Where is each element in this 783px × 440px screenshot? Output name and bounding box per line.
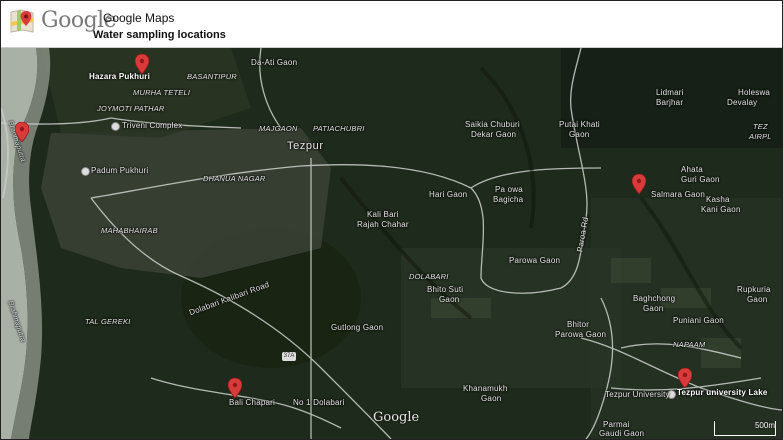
label-padum-pukhuri: Padum Pukhuri bbox=[91, 166, 149, 175]
label-triveni-complex: Triveni Complex bbox=[122, 121, 183, 130]
label-airport: AIRPL bbox=[749, 132, 772, 141]
sampling-location-pin-icon[interactable] bbox=[678, 368, 692, 388]
label-tezpur: Tezpur bbox=[287, 140, 324, 152]
label-bhitor-parowa: Bhitor bbox=[567, 320, 590, 329]
label-murha-teteli: MURHA TETELI bbox=[133, 88, 191, 97]
label-tezpur-airport: TEZ bbox=[753, 122, 768, 131]
label-khanamukh-2: Gaon bbox=[481, 394, 502, 403]
label-tezpur-university-lake: Tezpur university Lake bbox=[677, 388, 768, 397]
label-mahabhairab: MAHABHAIRAB bbox=[101, 226, 158, 235]
label-parmai: Parmai bbox=[603, 420, 630, 429]
label-baghchong-2: Gaon bbox=[643, 304, 664, 313]
label-pa-owa-2: Bagicha bbox=[493, 195, 524, 204]
map-header: Google Google Maps Water sampling locati… bbox=[1, 1, 782, 48]
label-tal-gereki: TAL GEREKI bbox=[85, 317, 131, 326]
label-pa-owa: Pa owa bbox=[495, 185, 523, 194]
label-kasha-2: Kani Gaon bbox=[701, 205, 741, 214]
label-putai-khati-2: Gaon bbox=[569, 130, 590, 139]
road-shield: 37A bbox=[282, 352, 296, 361]
sampling-location-pin-icon[interactable] bbox=[632, 174, 646, 194]
label-da-ati-gaon: Da-Ati Gaon bbox=[251, 58, 298, 67]
google-watermark: Google bbox=[373, 410, 420, 425]
label-kali-bari-2: Rajah Chahar bbox=[357, 220, 409, 229]
scale-label: 500m bbox=[754, 421, 775, 430]
label-puniani-gaon: Puniani Gaon bbox=[673, 316, 724, 325]
app-name: Google Maps bbox=[103, 11, 175, 25]
label-joymoti-pathar: JOYMOTI PATHAR bbox=[97, 104, 165, 113]
label-no1-dolabari: No 1 Dolabari bbox=[293, 398, 345, 407]
label-saikia-chuburi-2: Dekar Gaon bbox=[471, 130, 517, 139]
label-gutlong-gaon: Gutlong Gaon bbox=[331, 323, 384, 332]
satellite-map[interactable]: Hazara Pukhuri BASANTIPUR Da-Ati Gaon MU… bbox=[1, 48, 782, 439]
sampling-location-pin-icon[interactable] bbox=[135, 54, 149, 74]
label-bhito-suti-2: Gaon bbox=[439, 295, 460, 304]
label-kali-bari: Kali Bari bbox=[367, 210, 399, 219]
label-baghchong: Baghchong bbox=[633, 294, 676, 303]
label-kasha: Kasha bbox=[706, 195, 730, 204]
label-dhanua-nagar: DHANUA NAGAR bbox=[203, 174, 266, 183]
label-lidmari-2: Barjhar bbox=[656, 98, 684, 107]
label-dolabari: DOLABARI bbox=[409, 272, 449, 281]
label-hari-gaon: Hari Gaon bbox=[429, 190, 468, 199]
label-putai-khati: Putai Khati bbox=[559, 120, 600, 129]
label-patiachubri: PATIACHUBRI bbox=[313, 124, 365, 133]
poi-icon[interactable] bbox=[81, 167, 90, 176]
label-ahata-2: Guri Gaon bbox=[681, 175, 720, 184]
map-figure: Google Google Maps Water sampling locati… bbox=[0, 0, 783, 440]
label-salmara-gaon: Salmara Gaon bbox=[651, 190, 705, 199]
sampling-location-pin-icon[interactable] bbox=[228, 378, 242, 398]
label-bhito-suti: Bhito Suti bbox=[427, 285, 464, 294]
label-basantipur: BASANTIPUR bbox=[187, 72, 237, 81]
label-majgaon: MAJGAON bbox=[259, 124, 298, 133]
label-ahata: Ahata bbox=[681, 165, 703, 174]
map-title: Water sampling locations bbox=[93, 29, 226, 41]
label-parowa-gaon: Parowa Gaon bbox=[509, 256, 561, 265]
label-napaam: NAPAAM bbox=[673, 340, 706, 349]
sampling-location-pin-icon[interactable] bbox=[15, 122, 29, 142]
label-holeswa-2: Devalay bbox=[727, 98, 758, 107]
google-maps-logo-icon bbox=[10, 9, 34, 33]
label-saikia-chuburi: Saikia Chuburi bbox=[465, 120, 520, 129]
label-tezpur-university: Tezpur University bbox=[605, 390, 670, 399]
label-lidmari: Lidmari bbox=[656, 88, 684, 97]
scale-bar: 500m bbox=[714, 421, 776, 436]
label-parmai-2: Gaudi Gaon bbox=[599, 429, 645, 438]
label-bhitor-parowa-2: Parowa Gaon bbox=[555, 330, 607, 339]
label-holeswa: Holeswa bbox=[738, 88, 771, 97]
poi-icon[interactable] bbox=[111, 122, 120, 131]
label-khanamukh: Khanamukh bbox=[463, 384, 508, 393]
label-rupkuria-2: Gaon bbox=[747, 295, 768, 304]
label-rupkuria: Rupkuria bbox=[737, 285, 771, 294]
label-bali-chapari: Bali Chapari bbox=[229, 398, 275, 407]
